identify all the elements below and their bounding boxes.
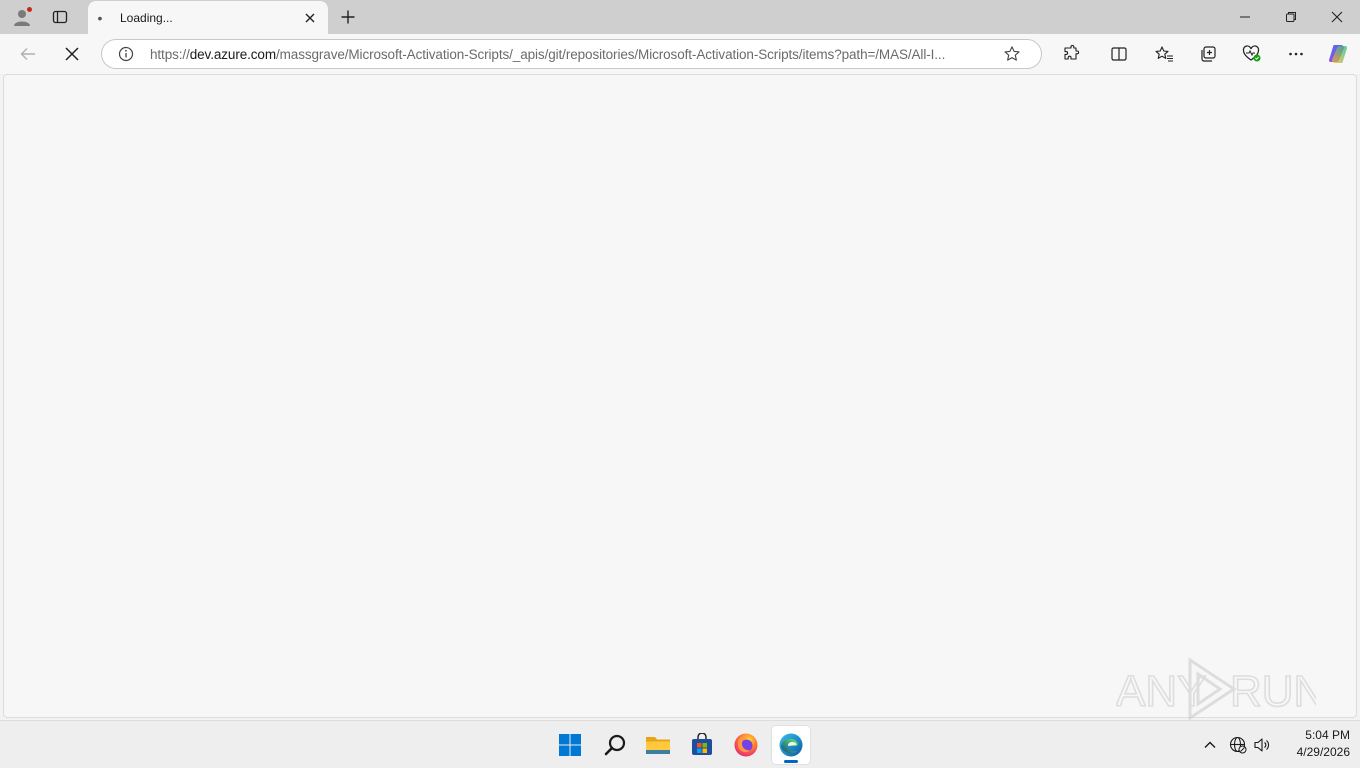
browser-tab-active[interactable]: • Loading... bbox=[88, 1, 328, 34]
windows-taskbar: 5:04 PM 4/29/2026 bbox=[0, 720, 1360, 768]
microsoft-store-icon bbox=[692, 733, 712, 755]
speaker-icon bbox=[1254, 738, 1269, 752]
file-explorer-icon bbox=[646, 737, 670, 754]
plus-icon bbox=[341, 10, 355, 24]
tab-title: Loading... bbox=[120, 10, 173, 25]
site-info-button[interactable] bbox=[116, 44, 136, 64]
network-button[interactable] bbox=[1228, 735, 1248, 755]
firefox-button[interactable] bbox=[727, 726, 765, 764]
file-explorer-button[interactable] bbox=[639, 726, 677, 764]
split-screen-button[interactable] bbox=[1105, 41, 1133, 67]
url-text[interactable]: https://dev.azure.com/massgrave/Microsof… bbox=[150, 47, 995, 62]
system-clock[interactable]: 5:04 PM 4/29/2026 bbox=[1278, 727, 1350, 763]
settings-and-more-button[interactable] bbox=[1282, 41, 1310, 67]
star-icon bbox=[1004, 46, 1020, 61]
profile-button[interactable] bbox=[8, 3, 36, 31]
tab-actions-button[interactable] bbox=[46, 3, 74, 31]
back-button[interactable] bbox=[13, 40, 43, 68]
address-bar[interactable]: https://dev.azure.com/massgrave/Microsof… bbox=[101, 39, 1042, 69]
browser-titlebar: • Loading... bbox=[0, 0, 1360, 34]
favorites-icon bbox=[1155, 46, 1173, 62]
url-path: /massgrave/Microsoft-Activation-Scripts/… bbox=[275, 46, 946, 62]
extensions-icon bbox=[1064, 45, 1080, 60]
collections-button[interactable] bbox=[1194, 41, 1222, 67]
search-button[interactable] bbox=[596, 726, 634, 764]
stop-loading-button[interactable] bbox=[57, 40, 87, 68]
watermark-text-right: RUN bbox=[1230, 667, 1316, 716]
restore-button[interactable] bbox=[1268, 0, 1314, 34]
chevron-up-icon bbox=[1204, 741, 1216, 748]
anyrun-watermark: ANY RUN bbox=[1116, 657, 1316, 721]
close-icon bbox=[1331, 11, 1343, 23]
tab-close-button[interactable] bbox=[298, 6, 322, 30]
info-icon bbox=[118, 46, 134, 62]
microsoft-store-button[interactable] bbox=[683, 726, 721, 764]
network-globe-icon bbox=[1229, 736, 1247, 754]
watermark-text-left: ANY bbox=[1116, 667, 1206, 716]
clock-date: 4/29/2026 bbox=[1296, 745, 1350, 759]
favorites-button[interactable] bbox=[1150, 41, 1178, 67]
show-hidden-icons-button[interactable] bbox=[1200, 735, 1220, 755]
volume-button[interactable] bbox=[1252, 735, 1272, 755]
collections-icon bbox=[1201, 46, 1216, 62]
url-scheme: https:// bbox=[150, 46, 190, 62]
copilot-icon bbox=[1329, 45, 1347, 63]
edge-button[interactable] bbox=[772, 726, 810, 764]
browser-essentials-icon bbox=[1242, 45, 1261, 62]
new-tab-button[interactable] bbox=[334, 3, 362, 31]
search-icon bbox=[604, 734, 626, 756]
close-icon bbox=[65, 47, 79, 61]
edge-icon bbox=[779, 733, 803, 757]
tab-loading-icon: • bbox=[97, 9, 103, 26]
minimize-icon bbox=[1240, 16, 1250, 18]
split-screen-icon bbox=[1111, 47, 1127, 61]
notification-dot bbox=[26, 6, 33, 13]
firefox-icon bbox=[734, 733, 758, 757]
window-close-button[interactable] bbox=[1314, 0, 1360, 34]
copilot-button[interactable] bbox=[1324, 41, 1352, 67]
more-icon bbox=[1289, 52, 1303, 56]
close-icon bbox=[305, 13, 315, 22]
tab-actions-icon bbox=[52, 10, 68, 24]
add-favorite-button[interactable] bbox=[1001, 43, 1023, 65]
browser-toolbar: https://dev.azure.com/massgrave/Microsof… bbox=[0, 34, 1360, 74]
restore-icon bbox=[1286, 12, 1296, 22]
extensions-button[interactable] bbox=[1057, 41, 1085, 67]
browser-essentials-button[interactable] bbox=[1238, 41, 1266, 67]
windows-start-icon bbox=[559, 734, 581, 756]
clock-time: 5:04 PM bbox=[1305, 728, 1350, 742]
minimize-button[interactable] bbox=[1222, 0, 1268, 34]
url-host: dev.azure.com bbox=[189, 46, 276, 62]
back-arrow-icon bbox=[20, 48, 35, 60]
page-content bbox=[3, 74, 1357, 718]
start-button[interactable] bbox=[551, 726, 589, 764]
